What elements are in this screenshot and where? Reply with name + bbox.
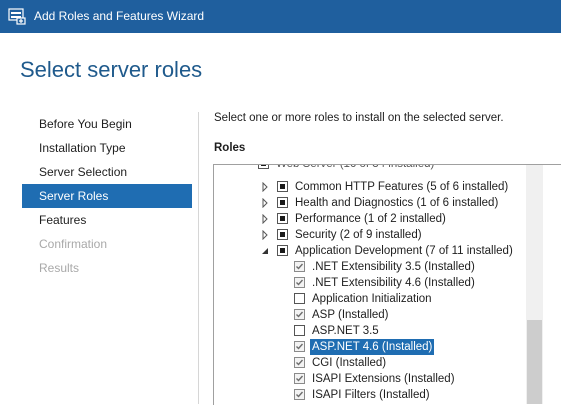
tree-row-label: Health and Diagnostics (1 of 6 installed… <box>295 197 499 209</box>
nav-item-installation-type[interactable]: Installation Type <box>22 136 192 160</box>
tree-checkbox[interactable] <box>294 261 305 272</box>
nav-item-before-you-begin[interactable]: Before You Begin <box>22 112 192 136</box>
tree-checkbox[interactable] <box>277 245 288 256</box>
tree-row-label: CGI (Installed) <box>312 357 387 369</box>
tree-checkbox[interactable] <box>294 373 305 384</box>
nav-divider <box>198 112 199 404</box>
checkmark-icon <box>296 343 304 350</box>
checkmark-icon <box>296 311 304 318</box>
tree-row-label: ISAPI Filters (Installed) <box>312 389 430 401</box>
expand-arrow-icon[interactable] <box>260 214 270 224</box>
tree-row-label: .NET Extensibility 3.5 (Installed) <box>312 261 475 273</box>
nav-item-server-roles[interactable]: Server Roles <box>22 184 192 208</box>
tree-row-label: Web Server (16 of 34 installed) <box>276 164 435 170</box>
tree-row-label: Application Initialization <box>312 293 432 305</box>
tree-checkbox[interactable] <box>294 357 305 368</box>
wizard-nav: Before You Begin Installation Type Serve… <box>22 112 192 280</box>
checkmark-icon <box>296 263 304 270</box>
checkmark-icon <box>296 359 304 366</box>
roles-description: Select one or more roles to install on t… <box>214 112 504 124</box>
title-bar: Add Roles and Features Wizard <box>0 0 561 33</box>
tree-checkbox[interactable] <box>277 197 288 208</box>
tree-row-label: Security (2 of 9 installed) <box>295 229 422 241</box>
nav-item-features[interactable]: Features <box>22 208 192 232</box>
page-title: Select server roles <box>20 57 203 82</box>
collapse-arrow-icon[interactable] <box>260 246 270 256</box>
tree-checkbox[interactable] <box>294 389 305 400</box>
window-title: Add Roles and Features Wizard <box>34 9 205 23</box>
nav-item-results: Results <box>39 261 80 275</box>
tree-row-label: Application Development (7 of 11 install… <box>295 245 513 257</box>
tree-row-label: ASP.NET 4.6 (Installed) <box>310 339 435 355</box>
nav-item-server-selection[interactable]: Server Selection <box>22 160 192 184</box>
checkmark-icon <box>296 279 304 286</box>
tree-checkbox[interactable] <box>277 181 288 192</box>
tree-row-label: Performance (1 of 2 installed) <box>295 213 446 225</box>
tree-checkbox[interactable] <box>294 309 305 320</box>
expand-arrow-icon[interactable] <box>260 230 270 240</box>
tree-checkbox[interactable] <box>294 341 305 352</box>
roles-tree[interactable]: Web Server (16 of 34 installed) Common H… <box>213 164 561 405</box>
expand-arrow-icon[interactable] <box>260 182 270 192</box>
checkmark-icon <box>296 391 304 398</box>
tree-checkbox[interactable] <box>258 165 269 169</box>
roles-label: Roles <box>214 142 246 154</box>
tree-row-label: ASP (Installed) <box>312 309 389 321</box>
tree-row-label: Common HTTP Features (5 of 6 installed) <box>295 181 509 193</box>
tree-checkbox[interactable] <box>294 277 305 288</box>
tree-row-label: ASP.NET 3.5 <box>312 325 379 337</box>
tree-checkbox[interactable] <box>277 213 288 224</box>
tree-checkbox[interactable] <box>294 325 305 336</box>
tree-checkbox[interactable] <box>277 229 288 240</box>
tree-row-label: ISAPI Extensions (Installed) <box>312 373 455 385</box>
tree-row-label: .NET Extensibility 4.6 (Installed) <box>312 277 475 289</box>
expand-arrow-icon[interactable] <box>260 198 270 208</box>
server-wizard-icon <box>8 8 26 25</box>
tree-checkbox[interactable] <box>294 293 305 304</box>
checkmark-icon <box>296 375 304 382</box>
nav-item-confirmation: Confirmation <box>39 237 108 251</box>
scrollbar-thumb[interactable] <box>527 320 542 404</box>
